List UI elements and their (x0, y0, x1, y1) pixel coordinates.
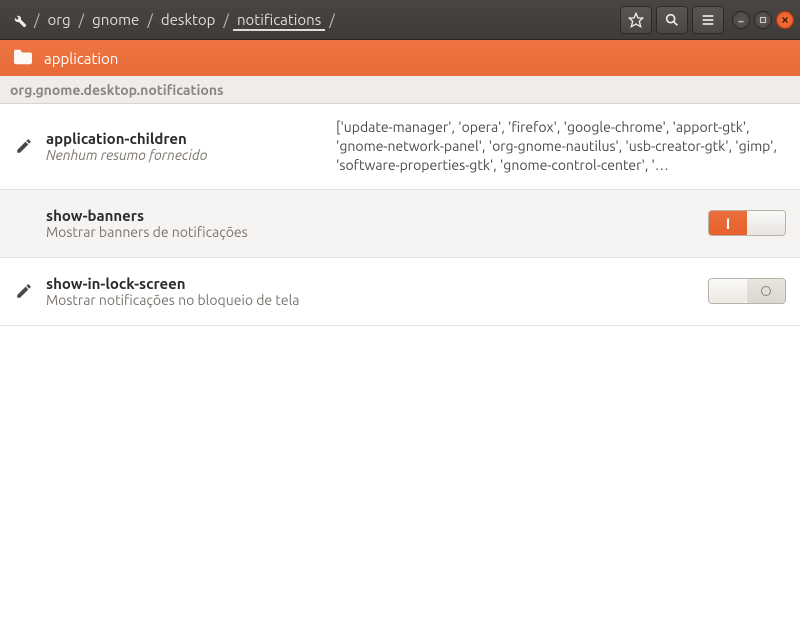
minimize-button[interactable] (732, 11, 750, 29)
search-button[interactable] (656, 6, 688, 34)
schema-path: org.gnome.desktop.notifications (0, 76, 800, 104)
setting-row-show-banners[interactable]: show-banners Mostrar banners de notifica… (0, 190, 800, 258)
menu-button[interactable] (692, 6, 724, 34)
toggle-show-in-lock-screen[interactable] (708, 278, 786, 304)
toggle-on-label: I (709, 211, 747, 235)
toolbar-buttons (620, 6, 724, 34)
breadcrumb-item-desktop[interactable]: desktop (157, 9, 220, 30)
breadcrumb: / org / gnome / desktop / notifications … (10, 9, 620, 31)
folder-label: application (44, 50, 118, 67)
titlebar: / org / gnome / desktop / notifications … (0, 0, 800, 40)
setting-row-show-in-lock-screen[interactable]: show-in-lock-screen Mostrar notificações… (0, 258, 800, 326)
setting-row-application-children[interactable]: application-children Nenhum resumo forne… (0, 104, 800, 190)
toggle-knob (747, 211, 785, 235)
breadcrumb-item-notifications[interactable]: notifications (233, 9, 325, 31)
maximize-button[interactable] (754, 11, 772, 29)
setting-key-column: show-banners Mostrar banners de notifica… (46, 207, 326, 240)
setting-value: ['update-manager', 'opera', 'firefox', '… (336, 118, 786, 175)
schema-path-text: org.gnome.desktop.notifications (10, 82, 224, 98)
setting-summary: Mostrar notificações no bloqueio de tela (46, 292, 326, 308)
window-controls (732, 11, 794, 29)
toggle-show-banners[interactable]: I (708, 210, 786, 236)
setting-key: application-children (46, 130, 326, 147)
setting-key: show-banners (46, 207, 326, 224)
toggle-knob (709, 279, 747, 303)
setting-key: show-in-lock-screen (46, 275, 326, 292)
bookmark-button[interactable] (620, 6, 652, 34)
setting-key-column: application-children Nenhum resumo forne… (46, 130, 326, 163)
settings-list: application-children Nenhum resumo forne… (0, 104, 800, 326)
breadcrumb-sep: / (77, 11, 87, 28)
breadcrumb-sep: / (145, 11, 155, 28)
setting-summary: Mostrar banners de notificações (46, 224, 326, 240)
wrench-icon[interactable] (10, 11, 28, 29)
breadcrumb-item-gnome[interactable]: gnome (88, 9, 143, 30)
modified-indicator (12, 137, 36, 155)
breadcrumb-item-org[interactable]: org (44, 9, 75, 30)
breadcrumb-sep: / (32, 11, 42, 28)
close-button[interactable] (776, 11, 794, 29)
toggle-off-indicator (747, 279, 785, 303)
folder-icon (12, 48, 34, 69)
folder-bar[interactable]: application (0, 40, 800, 76)
breadcrumb-sep: / (221, 11, 231, 28)
setting-summary: Nenhum resumo fornecido (46, 147, 326, 163)
setting-key-column: show-in-lock-screen Mostrar notificações… (46, 275, 326, 308)
breadcrumb-sep: / (327, 11, 337, 28)
modified-indicator (12, 282, 36, 300)
